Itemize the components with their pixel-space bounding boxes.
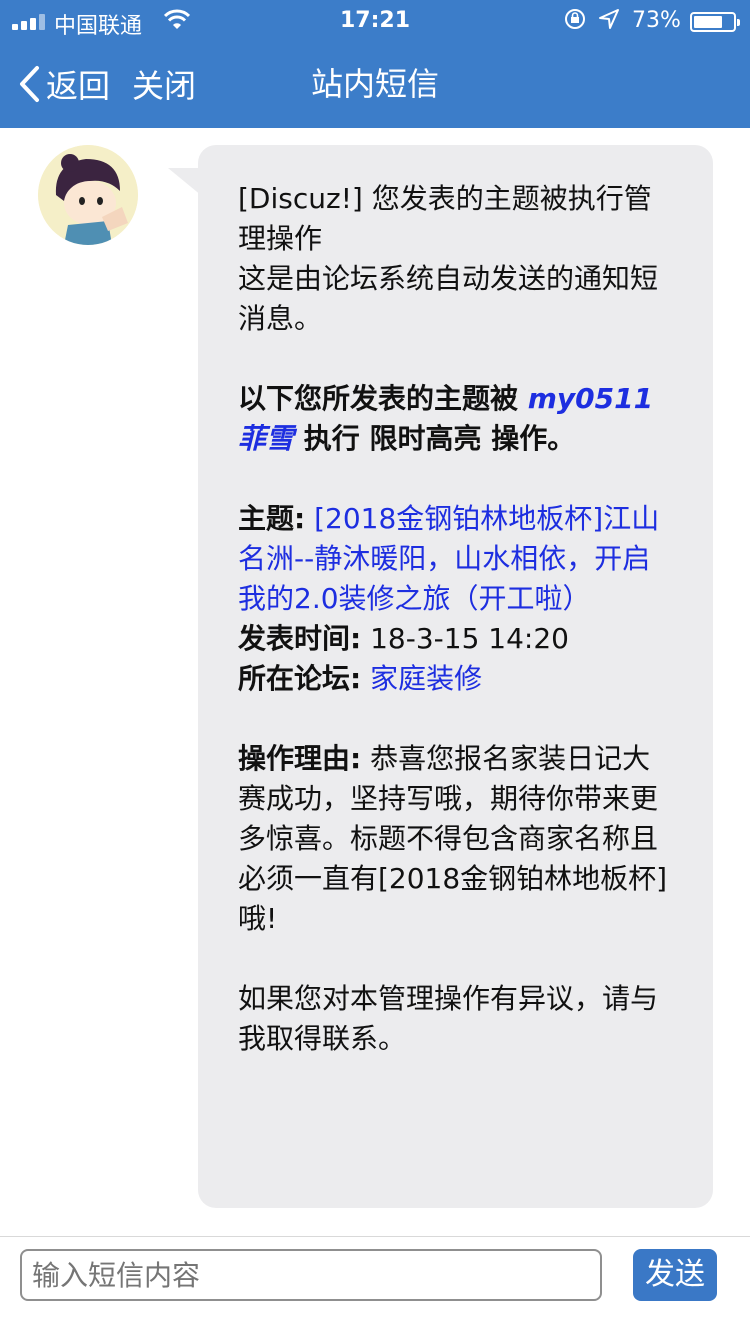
battery-icon — [690, 12, 740, 32]
message-bubble: [Discuz!] 您发表的主题被执行管理操作 这是由论坛系统自动发送的通知短消… — [198, 145, 713, 1208]
forum-label: 所在论坛: — [238, 662, 362, 695]
cartoon-avatar-icon — [38, 145, 138, 245]
reason-row: 操作理由: 恭喜您报名家装日记大赛成功，坚持写哦，期待你带来更多惊喜。标题不得包… — [238, 739, 677, 939]
send-button[interactable]: 发送 — [633, 1249, 717, 1301]
footer-text: 如果您对本管理操作有异议，请与我取得联系。 — [238, 982, 659, 1055]
subject-row: 主题: [2018金钢铂林地板杯]江山名洲--静沐暖阳，山水相依，开启我的2.0… — [238, 499, 677, 619]
rotation-lock-icon — [565, 9, 585, 29]
message-line: [Discuz!] 您发表的主题被执行管理操作 — [238, 182, 652, 255]
battery-tip — [737, 19, 740, 26]
bubble-tail — [168, 168, 202, 196]
notice-mid: 执行 — [294, 422, 370, 455]
notice-suffix: 操作。 — [481, 422, 576, 455]
forum-link[interactable]: 家庭装修 — [370, 662, 482, 695]
operation-name: 限时高亮 — [369, 422, 482, 455]
battery-percent: 73% — [632, 8, 681, 33]
battery-fill — [694, 16, 722, 28]
input-bar: 发送 — [0, 1236, 750, 1334]
reason-label: 操作理由: — [238, 742, 362, 775]
top-bar: 中国联通 17:21 73% 返回 关闭 站内短信 — [0, 0, 750, 128]
forum-row: 所在论坛: 家庭装修 — [238, 659, 677, 699]
avatar[interactable] — [38, 145, 138, 245]
notice-paragraph: 以下您所发表的主题被 my0511菲雪 执行 限时高亮 操作。 — [238, 379, 677, 459]
message-input[interactable] — [20, 1249, 602, 1301]
location-arrow-icon — [599, 9, 619, 29]
page-title: 站内短信 — [310, 65, 439, 103]
message-line: 这是由论坛系统自动发送的通知短消息。 — [238, 262, 659, 335]
time-label: 发表时间: — [238, 622, 362, 655]
time-value: 18-3-15 14:20 — [370, 622, 569, 655]
subject-label: 主题: — [238, 502, 306, 535]
notice-prefix: 以下您所发表的主题被 — [238, 382, 528, 415]
nav-bar: 返回 关闭 站内短信 — [0, 48, 750, 120]
status-bar: 中国联通 17:21 73% — [0, 0, 750, 40]
time-row: 发表时间: 18-3-15 14:20 — [238, 619, 677, 659]
